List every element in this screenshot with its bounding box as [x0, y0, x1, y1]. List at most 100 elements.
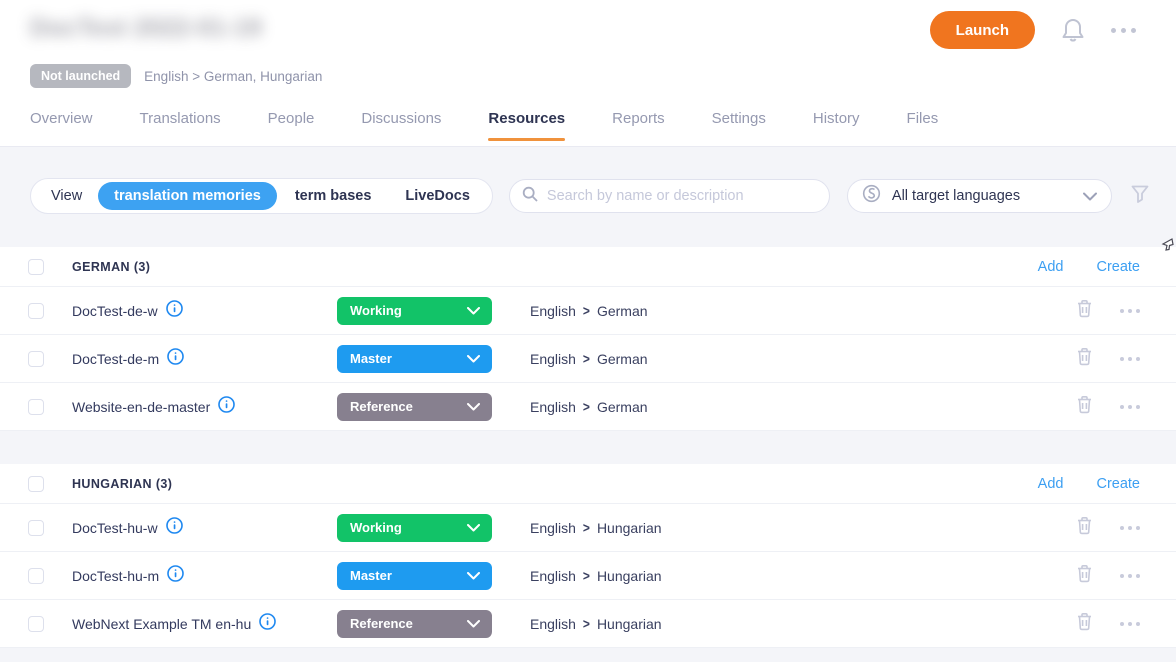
tab-people[interactable]: People [268, 110, 315, 141]
target-language-filter-value: All target languages [892, 188, 1083, 204]
add-link[interactable]: Add [1038, 476, 1064, 492]
segment-translation-memories[interactable]: translation memories [98, 182, 277, 210]
chevron-right-icon: > [583, 519, 590, 535]
language-pair: English > German [530, 399, 1076, 415]
create-link[interactable]: Create [1096, 476, 1140, 492]
lang-target: German [597, 399, 648, 415]
create-link[interactable]: Create [1096, 259, 1140, 275]
tab-resources[interactable]: Resources [488, 110, 565, 141]
project-language-summary: English > German, Hungarian [144, 69, 322, 84]
row-select-checkbox[interactable] [28, 520, 44, 536]
language-pair: English > German [530, 303, 1076, 319]
lang-target: Hungarian [597, 520, 662, 536]
chevron-down-icon [1083, 192, 1097, 201]
row-select-checkbox[interactable] [28, 351, 44, 367]
tm-type-badge[interactable]: Reference [337, 393, 492, 421]
header-overflow-menu-icon[interactable] [1111, 24, 1136, 37]
row-select-checkbox[interactable] [28, 568, 44, 584]
language-pair: English > Hungarian [530, 568, 1076, 584]
chevron-right-icon: > [583, 350, 590, 366]
section-select-checkbox[interactable] [28, 259, 44, 275]
tm-type-badge[interactable]: Reference [337, 610, 492, 638]
row-overflow-menu-icon[interactable] [1120, 353, 1140, 365]
tab-reports[interactable]: Reports [612, 110, 665, 141]
tab-overview[interactable]: Overview [30, 110, 93, 141]
filter-funnel-icon[interactable] [1130, 184, 1150, 209]
section-select-checkbox[interactable] [28, 476, 44, 492]
chevron-right-icon: > [583, 567, 590, 583]
tm-type-label: Reference [350, 399, 467, 414]
row-select-checkbox[interactable] [28, 399, 44, 415]
lang-target: German [597, 303, 648, 319]
tm-type-badge[interactable]: Master [337, 345, 492, 373]
tab-bar: Overview Translations People Discussions… [0, 110, 1176, 141]
tab-discussions[interactable]: Discussions [361, 110, 441, 141]
lang-source: English [530, 520, 576, 536]
info-icon[interactable] [218, 396, 235, 418]
notifications-bell-icon[interactable] [1061, 17, 1085, 43]
lang-source: English [530, 303, 576, 319]
info-icon[interactable] [259, 613, 276, 635]
tm-type-label: Master [350, 351, 467, 366]
globe-icon [862, 184, 881, 208]
chevron-down-icon [467, 403, 480, 411]
section-header: HUNGARIAN (3) Add Create [0, 464, 1176, 504]
info-icon[interactable] [166, 300, 183, 322]
delete-trash-icon[interactable] [1076, 395, 1093, 419]
tm-name: DocTest-de-m [72, 351, 159, 367]
delete-trash-icon[interactable] [1076, 299, 1093, 323]
info-icon[interactable] [166, 517, 183, 539]
section-title: GERMAN (3) [72, 260, 150, 274]
tm-row: DocTest-de-w Working English > German [0, 287, 1176, 335]
tm-type-label: Working [350, 520, 467, 535]
row-select-checkbox[interactable] [28, 616, 44, 632]
language-pair: English > Hungarian [530, 616, 1076, 632]
tab-history[interactable]: History [813, 110, 860, 141]
tm-row: DocTest-hu-m Master English > Hungarian [0, 552, 1176, 600]
mouse-cursor-icon [1160, 236, 1174, 257]
lang-source: English [530, 351, 576, 367]
launch-button[interactable]: Launch [930, 11, 1035, 49]
chevron-down-icon [467, 355, 480, 363]
tab-translations[interactable]: Translations [140, 110, 221, 141]
row-overflow-menu-icon[interactable] [1120, 401, 1140, 413]
language-section: HUNGARIAN (3) Add Create DocTest-hu-w Wo… [0, 464, 1176, 648]
resource-type-switcher: View translation memories term bases Liv… [30, 178, 493, 214]
tm-name: Website-en-de-master [72, 399, 210, 415]
row-overflow-menu-icon[interactable] [1120, 522, 1140, 534]
delete-trash-icon[interactable] [1076, 516, 1093, 540]
chevron-down-icon [467, 572, 480, 580]
tm-type-badge[interactable]: Working [337, 297, 492, 325]
language-section: GERMAN (3) Add Create DocTest-de-w Worki… [0, 247, 1176, 431]
chevron-down-icon [467, 620, 480, 628]
segment-term-bases[interactable]: term bases [279, 182, 388, 210]
view-label: View [37, 188, 98, 204]
section-title: HUNGARIAN (3) [72, 477, 172, 491]
tab-files[interactable]: Files [907, 110, 939, 141]
chevron-down-icon [467, 307, 480, 315]
delete-trash-icon[interactable] [1076, 564, 1093, 588]
target-language-filter[interactable]: All target languages [847, 179, 1112, 213]
tm-name: DocTest-de-w [72, 303, 158, 319]
row-overflow-menu-icon[interactable] [1120, 618, 1140, 630]
tab-settings[interactable]: Settings [712, 110, 766, 141]
row-overflow-menu-icon[interactable] [1120, 570, 1140, 582]
segment-livedocs[interactable]: LiveDocs [389, 182, 485, 210]
language-pair: English > German [530, 351, 1076, 367]
lang-target: Hungarian [597, 568, 662, 584]
page-title: DocTest 2022-01-19 [30, 14, 330, 43]
info-icon[interactable] [167, 348, 184, 370]
row-select-checkbox[interactable] [28, 303, 44, 319]
delete-trash-icon[interactable] [1076, 347, 1093, 371]
tm-type-label: Working [350, 303, 467, 318]
info-icon[interactable] [167, 565, 184, 587]
tm-type-badge[interactable]: Master [337, 562, 492, 590]
add-link[interactable]: Add [1038, 259, 1064, 275]
row-overflow-menu-icon[interactable] [1120, 305, 1140, 317]
delete-trash-icon[interactable] [1076, 612, 1093, 636]
search-input[interactable] [547, 188, 817, 204]
lang-source: English [530, 568, 576, 584]
tm-type-badge[interactable]: Working [337, 514, 492, 542]
chevron-down-icon [467, 524, 480, 532]
tm-type-label: Reference [350, 616, 467, 631]
